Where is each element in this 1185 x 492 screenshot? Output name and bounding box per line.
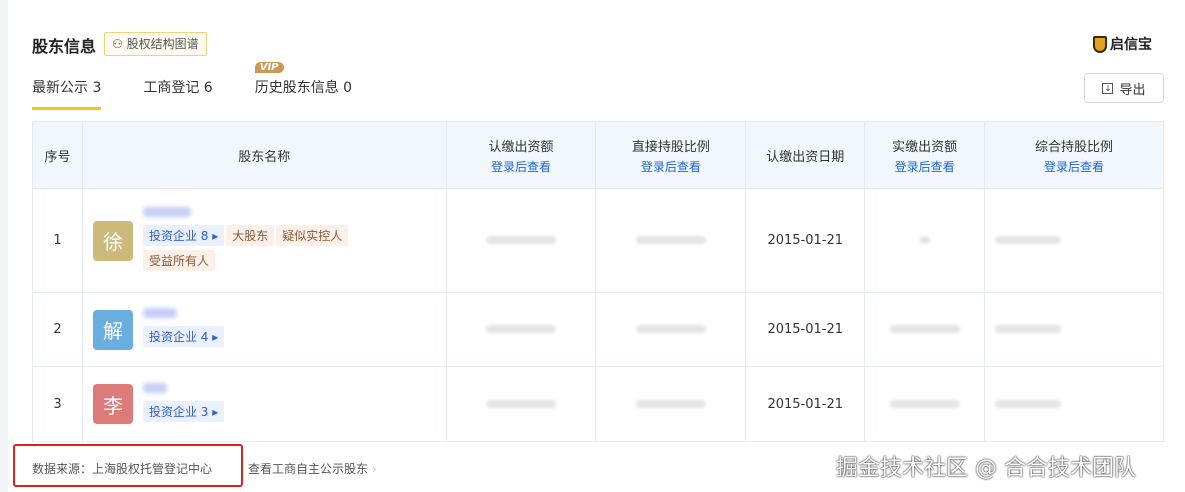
shield-icon [1093,35,1107,53]
tab-history[interactable]: VIP 历史股东信息 0 [254,62,353,110]
tabs: 最新公示 3 工商登记 6 VIP 历史股东信息 0 [32,62,394,110]
redacted-value [919,236,930,244]
table-header: 序号 股东名称 认缴出资额 登录后查看 直接持股比例 登录后查看 认缴出资日期 实缴… [32,121,1164,189]
avatar: 徐 [92,220,133,261]
role-tag: 大股东 [226,224,275,246]
login-link[interactable]: 登录后查看 [985,158,1163,175]
role-tag: 疑似实控人 [276,224,349,246]
table-row: 3 李投资企业 3 ▸ 2015-01-21 [32,366,1164,442]
row-index: 1 [32,188,83,293]
date-cell: 2015-01-21 [745,292,866,367]
login-link[interactable]: 登录后查看 [865,158,984,175]
name-redacted[interactable] [142,206,191,217]
invest-tag[interactable]: 投资企业 4 ▸ [142,326,225,347]
brand-logo: 启信宝 [1093,34,1152,54]
name-redacted[interactable] [142,308,177,318]
date-cell: 2015-01-21 [745,188,866,293]
date-cell: 2015-01-21 [745,366,866,442]
redacted-value [635,325,706,333]
equity-graph-label: 股权结构图谱 [126,37,199,51]
redacted-value [889,325,960,333]
left-scroll-gutter [0,0,8,492]
col-direct-ratio: 直接持股比例 登录后查看 [595,121,747,189]
watermark: 掘金技术社区 @ 合合技术团队 [836,456,1136,481]
row-index: 2 [32,292,83,367]
col-date: 认缴出资日期 [745,121,866,189]
redacted-value [995,236,1062,244]
col-name: 股东名称 [81,121,447,189]
redacted-value [486,236,556,244]
section-title: 股东信息 [32,37,97,56]
vip-badge: VIP [254,62,284,73]
row-index: 3 [32,366,83,442]
table-row: 1 徐 投资企业 8 ▸ 大股东 疑似实控人受益所有人 2015-01-21 [32,188,1164,293]
chevron-right-icon: › [371,462,377,476]
export-label: 导出 [1119,82,1146,98]
col-subscribed: 认缴出资额 登录后查看 [445,121,597,189]
invest-tag[interactable]: 投资企业 3 ▸ [142,400,225,422]
equity-graph-button[interactable]: ⚇ 股权结构图谱 [104,32,207,56]
redacted-value [486,325,556,333]
tab-registration[interactable]: 工商登记 6 [143,77,212,110]
redacted-value [635,399,706,408]
invest-tag[interactable]: 投资企业 8 ▸ [142,224,225,246]
avatar: 解 [92,309,133,350]
login-link[interactable]: 登录后查看 [447,158,596,175]
tab-history-label: 历史股东信息 0 [254,80,353,96]
login-link[interactable]: 登录后查看 [596,158,745,175]
col-paid: 实缴出资额 登录后查看 [864,121,986,189]
export-button[interactable]: ↓ 导出 [1084,73,1164,103]
data-source: 数据来源：上海股权托管登记中心 [32,462,213,476]
redacted-value [995,399,1062,408]
redacted-value [889,399,960,408]
role-tag: 受益所有人 [142,249,215,271]
download-icon: ↓ [1102,82,1114,94]
col-total-ratio: 综合持股比例 登录后查看 [984,121,1164,189]
brand-name: 启信宝 [1110,37,1152,53]
redacted-value [486,399,556,408]
redacted-value [635,236,706,244]
redacted-value [995,325,1062,333]
tab-latest[interactable]: 最新公示 3 [32,77,102,110]
avatar: 李 [92,384,133,424]
table-row: 2 解投资企业 4 ▸ 2015-01-21 [32,292,1164,367]
shareholder-table: 序号 股东名称 认缴出资额 登录后查看 直接持股比例 登录后查看 认缴出资日期 实缴… [32,121,1164,442]
col-index: 序号 [32,121,83,189]
view-self-disclosed-link[interactable]: 查看工商自主公示股东 › [248,460,377,477]
name-redacted[interactable] [142,382,167,393]
